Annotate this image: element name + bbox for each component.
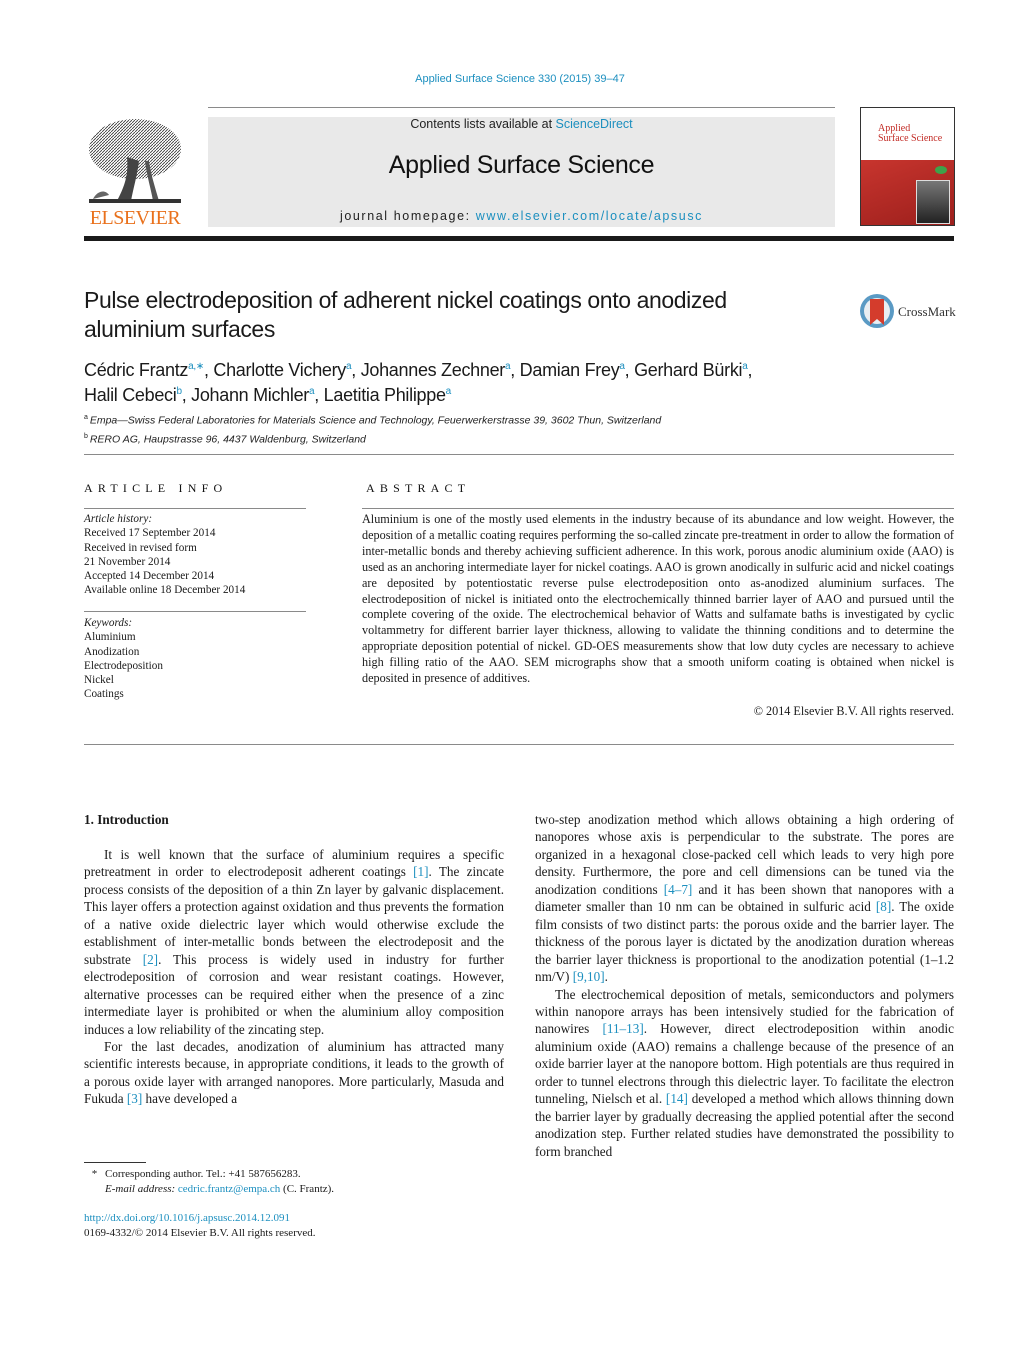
author-separator: , bbox=[351, 360, 361, 380]
journal-reference-link[interactable]: Applied Surface Science 330 (2015) 39–47 bbox=[0, 73, 1020, 85]
author-name[interactable]: Charlotte Vichery bbox=[213, 360, 346, 380]
email-link[interactable]: cedric.frantz@empa.ch bbox=[178, 1183, 280, 1195]
crossmark-icon bbox=[860, 294, 894, 328]
divider bbox=[84, 744, 954, 745]
affiliation-item: b RERO AG, Haupstrasse 96, 4437 Waldenbu… bbox=[84, 429, 884, 448]
citation-link[interactable]: [2] bbox=[143, 952, 158, 967]
author-name[interactable]: Johann Michler bbox=[191, 385, 309, 405]
divider bbox=[84, 611, 306, 612]
author-name[interactable]: Johannes Zechner bbox=[361, 360, 506, 380]
article-info-heading: ARTICLE INFO bbox=[84, 481, 228, 495]
divider bbox=[362, 508, 954, 509]
body-paragraph: two-step anodization method which allows… bbox=[535, 812, 955, 985]
section-heading-introduction: 1. Introduction bbox=[84, 812, 169, 827]
keyword-list: Aluminium Anodization Electrodeposition Nic… bbox=[84, 630, 306, 701]
article-title: Pulse electrodeposition of adherent nick… bbox=[84, 287, 727, 342]
homepage-prefix: journal homepage: bbox=[339, 209, 476, 223]
author-separator: , bbox=[314, 385, 324, 405]
cover-badge-icon bbox=[935, 166, 947, 174]
author-separator: , bbox=[203, 360, 214, 380]
affiliation-item: a Empa—Swiss Federal Laboratories for Ma… bbox=[84, 410, 884, 429]
divider bbox=[84, 508, 306, 509]
sciencedirect-link[interactable]: ScienceDirect bbox=[556, 117, 633, 131]
author-separator: , bbox=[747, 360, 753, 380]
divider bbox=[84, 454, 954, 455]
crossmark-button[interactable]: CrossMark bbox=[858, 291, 958, 331]
author-separator: , bbox=[181, 385, 192, 405]
author-separator: , bbox=[510, 360, 520, 380]
header-thick-rule bbox=[84, 236, 954, 241]
cover-title: Applied Surface Science bbox=[878, 123, 943, 144]
citation-link[interactable]: [4–7] bbox=[664, 882, 693, 897]
author-name[interactable]: Damian Frey bbox=[520, 360, 620, 380]
issn-line: 0169-4332/© 2014 Elsevier B.V. All right… bbox=[84, 1226, 316, 1239]
footnote-rule bbox=[84, 1162, 146, 1163]
elsevier-logo[interactable]: ELSEVIER bbox=[84, 117, 186, 229]
body-column-right: two-step anodization method which allows… bbox=[535, 811, 954, 1160]
journal-cover-thumbnail[interactable]: Applied Surface Science bbox=[860, 107, 955, 226]
elsevier-wordmark: ELSEVIER bbox=[89, 207, 181, 229]
affiliation-text: RERO AG, Haupstrasse 96, 4437 Waldenburg… bbox=[89, 433, 366, 445]
cover-micrograph bbox=[916, 180, 950, 224]
doi-link[interactable]: http://dx.doi.org/10.1016/j.apsusc.2014.… bbox=[84, 1211, 316, 1226]
keyword-item: Nickel bbox=[84, 674, 114, 687]
keyword-item: Coatings bbox=[84, 688, 124, 701]
affiliations: a Empa—Swiss Federal Laboratories for Ma… bbox=[84, 410, 884, 447]
email-label: E-mail address: bbox=[105, 1182, 178, 1195]
author-name[interactable]: Halil Cebeci bbox=[84, 385, 177, 405]
author-name[interactable]: Gerhard Bürki bbox=[634, 360, 742, 380]
contents-prefix: Contents lists available at bbox=[410, 117, 556, 131]
footnote-star: * bbox=[91, 1168, 98, 1180]
body-paragraph: The electrochemical deposition of metals… bbox=[535, 986, 955, 1159]
doi-block: http://dx.doi.org/10.1016/j.apsusc.2014.… bbox=[84, 1211, 316, 1240]
history-list: Received 17 September 2014 Received in re… bbox=[84, 526, 306, 597]
top-rule bbox=[208, 107, 835, 108]
elsevier-tree-icon bbox=[89, 119, 181, 203]
history-item: Available online 18 December 2014 bbox=[84, 584, 246, 597]
homepage-line: journal homepage: www.elsevier.com/locat… bbox=[208, 209, 835, 223]
corresponding-author-footnote: * Corresponding author. Tel.: +41 5876562… bbox=[84, 1167, 504, 1196]
citation-link[interactable]: [14] bbox=[666, 1091, 688, 1106]
body-column-left: It is well known that the surface of alu… bbox=[84, 846, 504, 1108]
author-separator: , bbox=[624, 360, 635, 380]
keyword-item: Anodization bbox=[84, 645, 140, 658]
journal-title: Applied Surface Science bbox=[388, 151, 655, 179]
abstract-copyright: © 2014 Elsevier B.V. All rights reserved… bbox=[753, 704, 954, 718]
article-history: Article history: Received 17 September 2… bbox=[84, 512, 306, 598]
keyword-item: Electrodeposition bbox=[84, 659, 163, 672]
author-name[interactable]: Cédric Frantz bbox=[84, 360, 188, 380]
author-name[interactable]: Laetitia Philippe bbox=[324, 385, 446, 405]
abstract-text: Aluminium is one of the mostly used elem… bbox=[362, 512, 954, 686]
keywords-label: Keywords: bbox=[84, 617, 133, 629]
footnote-text: Corresponding author. Tel.: +41 58765628… bbox=[105, 1168, 301, 1180]
abstract-heading: ABSTRACT bbox=[366, 481, 471, 495]
citation-link[interactable]: [9,10] bbox=[573, 969, 605, 984]
history-item: 21 November 2014 bbox=[84, 555, 171, 568]
email-suffix: (C. Frantz). bbox=[280, 1182, 335, 1195]
citation-link[interactable]: [8] bbox=[876, 899, 891, 914]
affiliation-marker[interactable]: a bbox=[446, 386, 452, 397]
affiliation-marker[interactable]: a,∗ bbox=[188, 361, 204, 372]
history-item: Accepted 14 December 2014 bbox=[84, 570, 215, 583]
article-history-label: Article history: bbox=[84, 513, 153, 525]
keyword-item: Aluminium bbox=[84, 631, 136, 644]
keywords: Keywords: Aluminium Anodization Electrodep… bbox=[84, 616, 306, 702]
journal-homepage-link[interactable]: www.elsevier.com/locate/apsusc bbox=[476, 209, 703, 223]
citation-link[interactable]: [1] bbox=[413, 864, 428, 879]
body-paragraph: It is well known that the surface of alu… bbox=[84, 847, 504, 1037]
citation-link[interactable]: [11–13] bbox=[602, 1021, 643, 1036]
crossmark-label: CrossMark bbox=[898, 304, 956, 319]
author-list: Cédric Frantza,∗, Charlotte Vichery a, Jo… bbox=[84, 356, 884, 406]
history-item: Received 17 September 2014 bbox=[84, 527, 216, 540]
citation-link[interactable]: [3] bbox=[127, 1091, 142, 1106]
body-paragraph: For the last decades, anodization of alu… bbox=[84, 1038, 504, 1107]
history-item: Received in revised form bbox=[84, 541, 197, 554]
affiliation-text: Empa—Swiss Federal Laboratories for Mate… bbox=[89, 414, 662, 427]
journal-masthead: Contents lists available at ScienceDirec… bbox=[208, 117, 835, 227]
contents-line: Contents lists available at ScienceDirec… bbox=[208, 117, 835, 131]
